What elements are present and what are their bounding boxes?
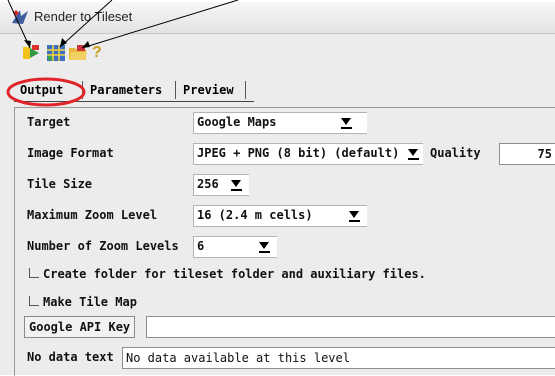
annotation-overlay <box>6 0 239 107</box>
output-tab-highlight-ring <box>6 77 86 107</box>
callout-arrow-tileset <box>59 0 113 48</box>
arrowhead-icon <box>82 41 90 48</box>
callout-arrow-folder <box>81 0 239 49</box>
arrowhead-icon <box>60 38 67 47</box>
arrowhead-icon <box>24 40 31 48</box>
